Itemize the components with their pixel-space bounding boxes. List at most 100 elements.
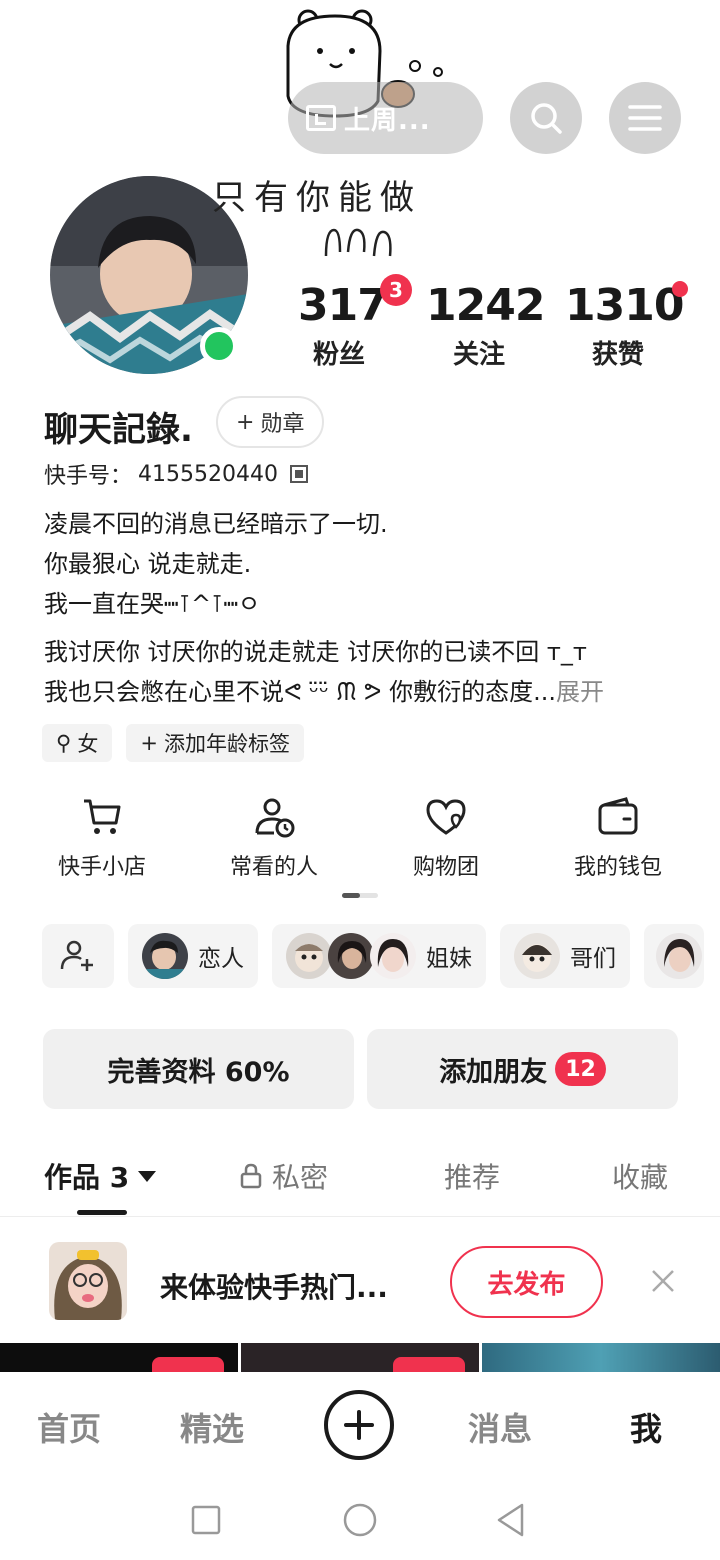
menu-button[interactable] (609, 82, 681, 154)
system-nav-bar (0, 1480, 720, 1560)
gender-label: 女 (77, 732, 99, 756)
add-friends-button[interactable]: 添加朋友 12 (367, 1029, 678, 1109)
promo-text: 来体验快手热门... (160, 1271, 388, 1304)
group-bros[interactable]: 哥们 (500, 924, 630, 988)
video-thumbnail[interactable] (482, 1343, 720, 1373)
action-shop[interactable]: 快手小店 (16, 795, 188, 881)
group-label: 恋人 (198, 946, 244, 972)
add-group-button[interactable] (42, 924, 114, 988)
group-avatar (286, 933, 332, 979)
stat-fans[interactable]: 317 粉丝 (298, 280, 388, 371)
bio-line-text: 我也只会憋在心里不说ᕙ ᵕ̈ᵕ̈ ᙏ ᕗ 你敷衍的态度... (44, 678, 556, 706)
plus-icon (344, 1410, 374, 1440)
create-button[interactable] (324, 1390, 394, 1460)
visitor-icon (306, 105, 336, 131)
recent-visitors-pill[interactable]: 上周... (288, 82, 483, 154)
friend-groups: 恋人 姐妹 哥们 (42, 924, 704, 988)
video-grid (0, 1343, 720, 1373)
user-id-line[interactable]: 快手号： 4155520440 (44, 458, 308, 490)
recent-apps-icon[interactable] (190, 1504, 222, 1536)
caret-down-icon (138, 1171, 157, 1182)
wallet-icon (598, 797, 638, 835)
group-sisters[interactable]: 姐妹 (272, 924, 486, 988)
bio-expand-link[interactable]: 展开 (556, 678, 604, 706)
bio[interactable]: 凌晨不回的消息已经暗示了一切. 你最狠心 说走就走. 我一直在哭┉⊺^⊺┉ㅇ 我… (44, 504, 684, 712)
quick-actions: 快手小店 常看的人 购物团 我的钱包 (16, 795, 704, 881)
active-tab-indicator (77, 1210, 127, 1215)
actions-page-indicator (342, 893, 378, 898)
group-avatar (656, 933, 702, 979)
stat-following[interactable]: 1242 关注 (426, 280, 545, 371)
group-avatars (286, 933, 416, 979)
lock-icon (240, 1163, 262, 1189)
medal-button[interactable]: + 勋章 (216, 396, 325, 448)
video-thumbnail[interactable] (241, 1343, 479, 1373)
search-icon (531, 103, 562, 134)
likes-count: 1310 (565, 280, 684, 331)
home-icon[interactable] (342, 1502, 378, 1538)
id-label: 快手号： (44, 464, 133, 489)
fans-count: 317 (298, 280, 388, 331)
action-label: 常看的人 (229, 855, 318, 880)
group-label: 哥们 (570, 946, 616, 972)
group-lover[interactable]: 恋人 (128, 924, 258, 988)
nav-me[interactable]: 我 (630, 1404, 662, 1450)
action-wallet[interactable]: 我的钱包 (532, 795, 704, 881)
fans-label: 粉丝 (312, 340, 365, 370)
tab-private-label: 私密 (272, 1161, 329, 1194)
promo-banner: 来体验快手热门... 去发布 (0, 1222, 720, 1342)
likes-notification-dot (672, 281, 688, 297)
search-button[interactable] (510, 82, 582, 154)
group-avatar (142, 933, 188, 979)
group-more[interactable] (644, 924, 704, 988)
tab-favorites[interactable]: 收藏 (612, 1156, 668, 1196)
nav-messages[interactable]: 消息 (468, 1404, 532, 1450)
bio-line-last: 我也只会憋在心里不说ᕙ ᵕ̈ᵕ̈ ᙏ ᕗ 你敷衍的态度...展开 (44, 672, 684, 712)
bio-line: 我讨厌你 讨厌你的说走就走 讨厌你的已读不回 ᴛ_ᴛ (44, 638, 587, 666)
add-user-icon (60, 940, 93, 971)
action-frequent[interactable]: 常看的人 (188, 795, 360, 881)
group-avatar (514, 933, 560, 979)
tab-recommend[interactable]: 推荐 (444, 1156, 500, 1196)
tab-works-label: 作品 3 (44, 1161, 130, 1194)
close-icon[interactable] (648, 1266, 678, 1296)
action-label: 快手小店 (57, 855, 146, 880)
group-label: 姐妹 (426, 946, 472, 972)
profile-name: 聊天記錄. (44, 410, 193, 450)
menu-icon (628, 105, 662, 131)
add-age-tag-button[interactable]: + 添加年龄标签 (126, 724, 304, 762)
bio-line: 我一直在哭┉⊺^⊺┉ㅇ (44, 590, 261, 618)
heart-group-icon (426, 799, 466, 835)
handwriting-text: 只有你能做 (212, 178, 422, 218)
id-value: 4155520440 (138, 461, 278, 487)
stat-likes[interactable]: 1310 获赞 (565, 280, 684, 371)
medal-label: 勋章 (260, 412, 305, 437)
video-thumbnail[interactable] (0, 1343, 238, 1373)
group-avatar (370, 933, 416, 979)
back-icon[interactable] (494, 1502, 528, 1538)
promo-image (49, 1242, 127, 1320)
pill-label: 上周... (344, 105, 431, 136)
tab-private[interactable]: 私密 (240, 1156, 328, 1196)
add-friends-count-badge: 12 (555, 1052, 606, 1086)
action-label: 购物团 (412, 855, 479, 880)
publish-button[interactable]: 去发布 (450, 1246, 603, 1318)
qr-code-icon[interactable] (290, 465, 308, 483)
likes-label: 获赞 (591, 340, 644, 370)
nav-home[interactable]: 首页 (37, 1404, 101, 1450)
gender-tag[interactable]: ⚲ 女 (42, 724, 113, 762)
bottom-nav: 首页 精选 消息 我 (0, 1372, 720, 1480)
add-friends-label: 添加朋友 (439, 1056, 548, 1088)
online-status-dot (200, 327, 238, 365)
add-age-label: 添加年龄标签 (164, 732, 290, 756)
complete-profile-button[interactable]: 完善资料 60% (43, 1029, 354, 1109)
tab-works[interactable]: 作品 3 (44, 1156, 157, 1196)
group-avatar (328, 933, 374, 979)
nav-featured[interactable]: 精选 (180, 1404, 244, 1450)
tabs-divider (0, 1216, 720, 1217)
complete-profile-label: 完善资料 60% (107, 1056, 290, 1088)
bunny-doodle-icon (324, 228, 392, 257)
action-label: 我的钱包 (573, 855, 662, 880)
action-shopping-group[interactable]: 购物团 (360, 795, 532, 881)
bio-line: 凌晨不回的消息已经暗示了一切. (44, 510, 388, 538)
